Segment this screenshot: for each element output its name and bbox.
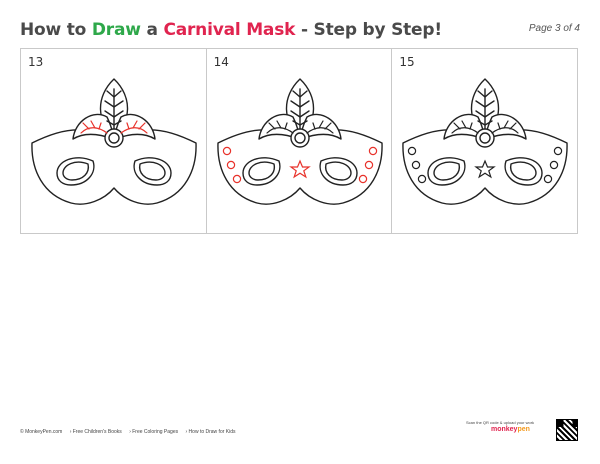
step-number: 15 [399,55,415,69]
page-title: How to Draw a Carnival Mask - Step by St… [20,20,442,40]
carnival-mask-step-13-drawing [31,78,197,205]
copyright-text: © MonkeyPen.com [20,429,63,435]
step-number: 14 [213,55,229,69]
title-text-5: - Step by Step! [295,20,442,40]
step-panel-14: 14 [207,49,393,233]
carnival-mask-step-14-drawing [216,78,383,205]
footer-link-coloring[interactable]: › Free Coloring Pages [129,429,178,435]
carnival-mask-step-15-drawing [402,78,569,205]
page-number: Page 3 of 4 [528,23,580,34]
logo-text-monkey: monkey [491,426,518,433]
title-text-carnival-mask: Carnival Mask [163,20,296,40]
footer-link-books[interactable]: › Free Children's Books [70,429,122,435]
footer-links: © MonkeyPen.com › Free Children's Books … [20,429,242,435]
title-text-draw: Draw [91,20,141,40]
qr-code-icon[interactable] [556,419,578,441]
logo-text-pen: pen [517,426,530,433]
title-text-3: a [140,20,164,40]
step-panel-15: 15 [392,49,577,233]
title-text-1: How to [20,20,92,40]
steps-grid: 13 14 15 [20,48,578,234]
step-number: 13 [28,55,44,69]
step-panel-13: 13 [21,49,207,233]
footer-link-how-to-draw[interactable]: › How to Draw for Kids [186,429,236,435]
monkeypen-logo[interactable]: monkeypen [491,426,530,433]
scan-instruction: Scan the QR code & upload your work [466,420,535,425]
